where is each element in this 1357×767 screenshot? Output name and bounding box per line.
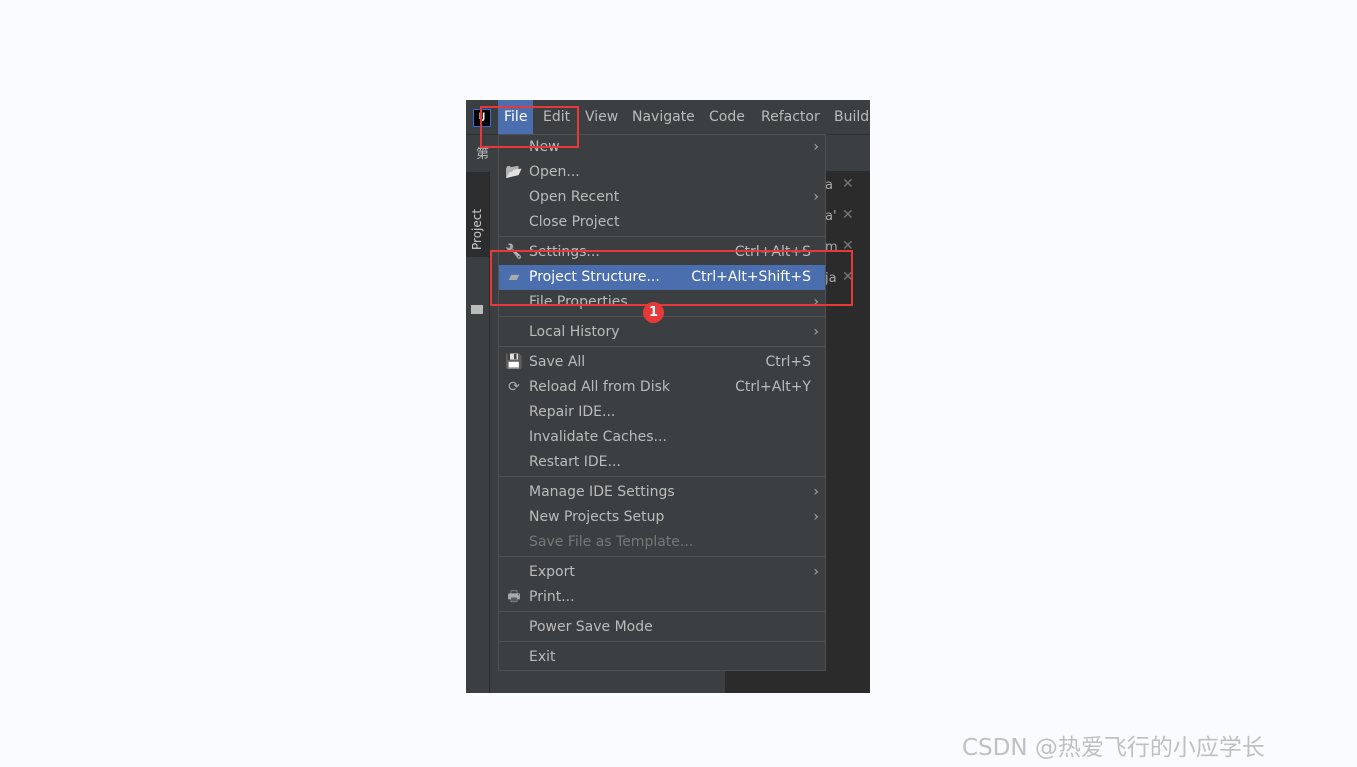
menu-item-label: Invalidate Caches... — [529, 429, 667, 445]
menu-item-label: Exit — [529, 649, 556, 665]
menu-item-save-all[interactable]: 💾 Save All Ctrl+S — [499, 350, 825, 375]
save-icon: 💾 — [505, 354, 523, 370]
menu-item-print[interactable]: 🖶 Print... — [499, 585, 825, 610]
menu-navigate[interactable]: Navigate — [626, 100, 701, 134]
step-badge: 1 — [643, 302, 664, 323]
submenu-arrow-icon: › — [813, 484, 819, 500]
reload-icon: ⟳ — [508, 379, 520, 395]
highlight-box-project-structure — [490, 250, 853, 306]
file-menu: New › 📂 Open... Open Recent › Close Project 🔧 Se… — [498, 134, 826, 671]
menu-separator — [499, 556, 825, 558]
menu-item-power-save-mode[interactable]: Power Save Mode — [499, 615, 825, 640]
menu-separator — [499, 236, 825, 238]
menu-item-label: Open Recent — [529, 189, 620, 205]
menu-item-restart-ide[interactable]: Restart IDE... — [499, 450, 825, 475]
menu-separator — [499, 611, 825, 613]
menu-item-close-project[interactable]: Close Project — [499, 210, 825, 235]
highlight-box-file-menu — [480, 106, 579, 148]
submenu-arrow-icon: › — [813, 139, 819, 155]
menu-item-reload-all-from-disk[interactable]: ⟳ Reload All from Disk Ctrl+Alt+Y — [499, 375, 825, 400]
watermark: CSDN @热爱飞行的小应学长 — [962, 735, 1265, 761]
menu-item-save-file-as-template: Save File as Template... — [499, 530, 825, 555]
print-icon: 🖶 — [507, 589, 521, 605]
menu-item-manage-ide-settings[interactable]: Manage IDE Settings › — [499, 480, 825, 505]
menu-item-local-history[interactable]: Local History › — [499, 320, 825, 345]
menu-item-label: Power Save Mode — [529, 619, 653, 635]
project-tool-tab[interactable]: Project — [466, 172, 489, 314]
menu-item-label: Local History — [529, 324, 620, 340]
shortcut-label: Ctrl+Alt+Y — [735, 379, 811, 395]
folder-icon — [471, 305, 483, 314]
menu-separator — [499, 641, 825, 643]
menu-item-new-projects-setup[interactable]: New Projects Setup › — [499, 505, 825, 530]
menu-code[interactable]: Code — [703, 100, 751, 134]
menu-separator — [499, 346, 825, 348]
menu-item-open-recent[interactable]: Open Recent › — [499, 185, 825, 210]
submenu-arrow-icon: › — [813, 564, 819, 580]
menu-item-label: Repair IDE... — [529, 404, 616, 420]
submenu-arrow-icon: › — [813, 189, 819, 205]
menu-item-repair-ide[interactable]: Repair IDE... — [499, 400, 825, 425]
menu-item-label: Print... — [529, 589, 575, 605]
menu-item-label: Close Project — [529, 214, 620, 230]
submenu-arrow-icon: › — [813, 509, 819, 525]
menu-refactor[interactable]: Refactor — [755, 100, 826, 134]
menu-view[interactable]: View — [579, 100, 624, 134]
editor-tab-label[interactable]: a' — [825, 209, 837, 224]
menu-item-exit[interactable]: Exit — [499, 645, 825, 670]
menu-item-label: Save File as Template... — [529, 534, 694, 550]
menu-item-label: Open... — [529, 164, 580, 180]
menu-item-export[interactable]: Export › — [499, 560, 825, 585]
menu-item-label: Export — [529, 564, 575, 580]
project-tab-label: Project — [470, 208, 484, 250]
folder-open-icon: 📂 — [505, 164, 523, 180]
shortcut-label: Ctrl+S — [765, 354, 811, 370]
menu-item-label: Reload All from Disk — [529, 379, 670, 395]
menu-build[interactable]: Build — [828, 100, 870, 134]
submenu-arrow-icon: › — [813, 324, 819, 340]
close-tab-icon[interactable]: ✕ — [842, 207, 854, 223]
menu-item-label: Manage IDE Settings — [529, 484, 675, 500]
menu-item-invalidate-caches[interactable]: Invalidate Caches... — [499, 425, 825, 450]
close-tab-icon[interactable]: ✕ — [842, 176, 854, 192]
menu-item-label: Restart IDE... — [529, 454, 621, 470]
menu-item-label: Save All — [529, 354, 586, 370]
menu-item-open[interactable]: 📂 Open... — [499, 160, 825, 185]
editor-tab-label[interactable]: a — [825, 178, 833, 193]
menu-separator — [499, 476, 825, 478]
menu-item-label: New Projects Setup — [529, 509, 665, 525]
